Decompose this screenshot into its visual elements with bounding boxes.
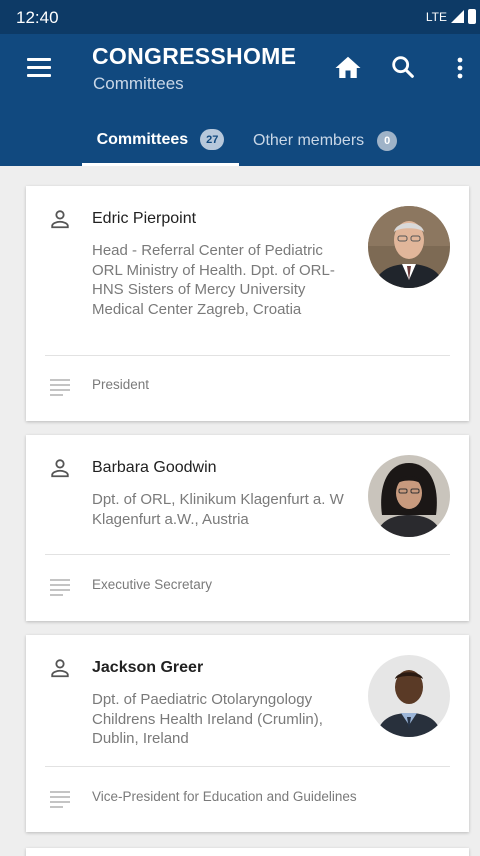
app-bar: CONGRESSHOME Committees Committees 27 Ot… [0,34,480,166]
home-icon[interactable] [333,53,363,83]
signal-icon [451,10,464,23]
member-name: Barbara Goodwin [92,459,217,476]
member-role: Executive Secretary [92,577,213,592]
count-badge: 27 [200,129,225,150]
notes-icon [50,379,70,396]
person-icon [51,659,69,678]
status-indicators: LTE [426,9,476,24]
member-affiliation: Dpt. of ORL, Klinikum Klagenfurt a. W Kl… [92,491,344,528]
card-divider [45,554,450,555]
tab-other-members[interactable]: Other members 0 [239,116,419,166]
app-subtitle: Committees [93,74,184,93]
battery-icon [468,9,476,24]
app-title: CONGRESSHOME [92,43,297,69]
count-badge: 0 [377,131,398,151]
tab-label: Other members [253,132,365,149]
avatar [368,206,450,288]
person-icon [51,459,69,478]
member-role: Vice-President for Education and Guideli… [92,789,357,804]
committee-list[interactable]: Edric Pierpoint Head - Referral Center o… [0,166,480,856]
card-divider [45,766,450,767]
notes-icon [50,579,70,596]
notes-icon [50,791,70,808]
avatar [368,455,450,537]
member-role: President [92,377,150,392]
member-name: Edric Pierpoint [92,210,197,227]
menu-icon[interactable] [27,58,53,78]
avatar [368,655,450,737]
member-card[interactable]: Edric Pierpoint Head - Referral Center o… [26,186,469,421]
member-affiliation: Dpt. of Paediatric Otolaryngology Childr… [92,691,323,747]
member-name: Jackson Greer [92,659,204,676]
tab-label: Committees [96,130,189,148]
member-card[interactable]: Barbara Goodwin Dpt. of ORL, Klinikum Kl… [26,435,469,621]
person-icon [51,210,69,229]
tab-committees[interactable]: Committees 27 [82,116,239,166]
card-divider [45,355,450,356]
member-affiliation: Head - Referral Center of Pediatric ORL … [92,242,335,318]
status-time: 12:40 [16,8,59,27]
member-card[interactable] [26,848,469,856]
search-icon[interactable] [389,53,417,81]
member-card[interactable]: Jackson Greer Dpt. of Paediatric Otolary… [26,635,469,832]
more-vert-icon[interactable] [450,54,470,82]
status-bar: 12:40 LTE [0,0,480,34]
network-type: LTE [425,9,447,24]
